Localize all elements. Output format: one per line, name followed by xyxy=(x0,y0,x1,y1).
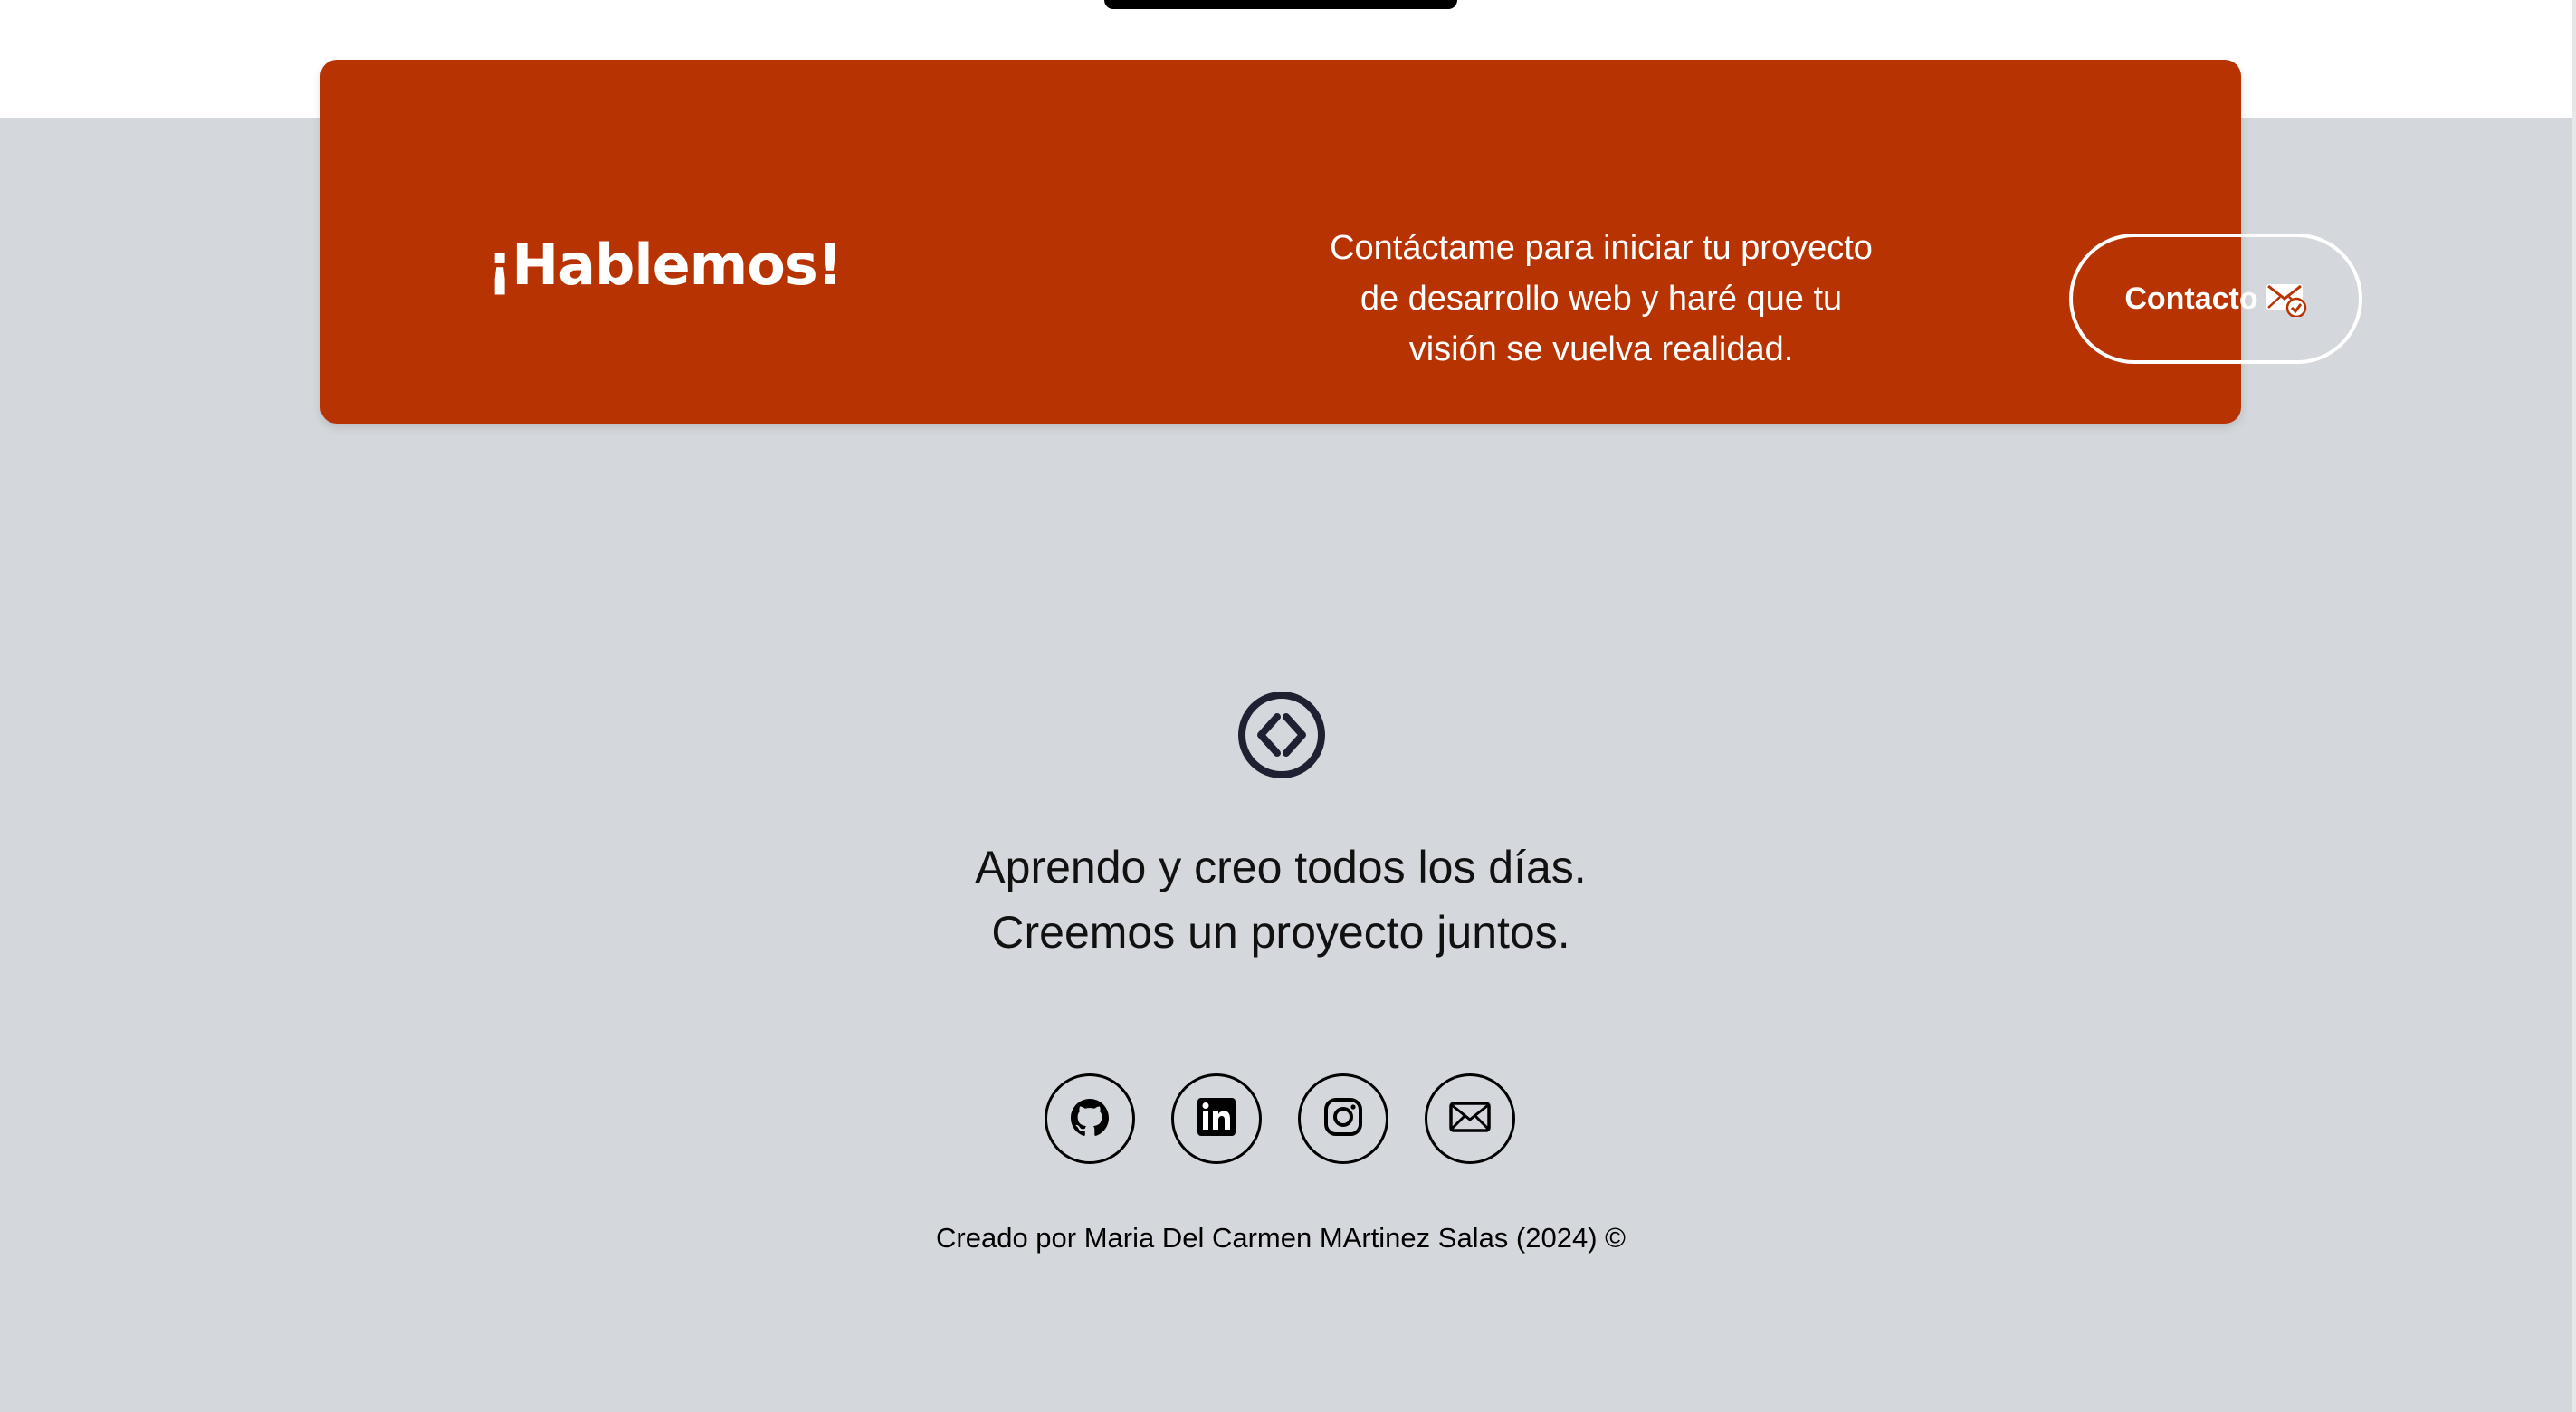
instagram-link[interactable] xyxy=(1298,1073,1388,1164)
footer-credit: Creado por Maria Del Carmen MArtinez Sal… xyxy=(936,1222,1626,1254)
top-button-edge xyxy=(1104,0,1457,9)
code-brackets-icon xyxy=(1236,690,1327,780)
contact-button[interactable]: Contacto xyxy=(2069,234,2362,364)
tagline: Aprendo y creo todos los días. Creemos u… xyxy=(0,835,2562,965)
scrollbar-track xyxy=(2572,0,2576,1412)
linkedin-link[interactable] xyxy=(1171,1073,1262,1164)
github-link[interactable] xyxy=(1045,1073,1135,1164)
github-icon xyxy=(1067,1094,1112,1144)
tagline-line: Creemos un proyecto juntos. xyxy=(991,907,1570,958)
mail-check-icon xyxy=(2266,281,2307,317)
cta-banner: ¡Hablemos! Contáctame para iniciar tu pr… xyxy=(320,60,2362,424)
cta-title: ¡Hablemos! xyxy=(486,232,843,298)
instagram-icon xyxy=(1321,1094,1366,1144)
social-links xyxy=(1045,1073,1515,1164)
cta-description: Contáctame para iniciar tu proyecto de d… xyxy=(1271,223,1932,375)
email-link[interactable] xyxy=(1425,1073,1515,1164)
tagline-line: Aprendo y creo todos los días. xyxy=(975,842,1587,892)
contact-button-label: Contacto xyxy=(2124,281,2258,316)
linkedin-icon xyxy=(1194,1094,1239,1144)
email-icon xyxy=(1447,1094,1493,1144)
cta-description-line: visión se vuelva realidad. xyxy=(1408,330,1794,368)
cta-description-line: de desarrollo web y haré que tu xyxy=(1360,280,1843,318)
cta-description-line: Contáctame para iniciar tu proyecto xyxy=(1330,229,1873,267)
